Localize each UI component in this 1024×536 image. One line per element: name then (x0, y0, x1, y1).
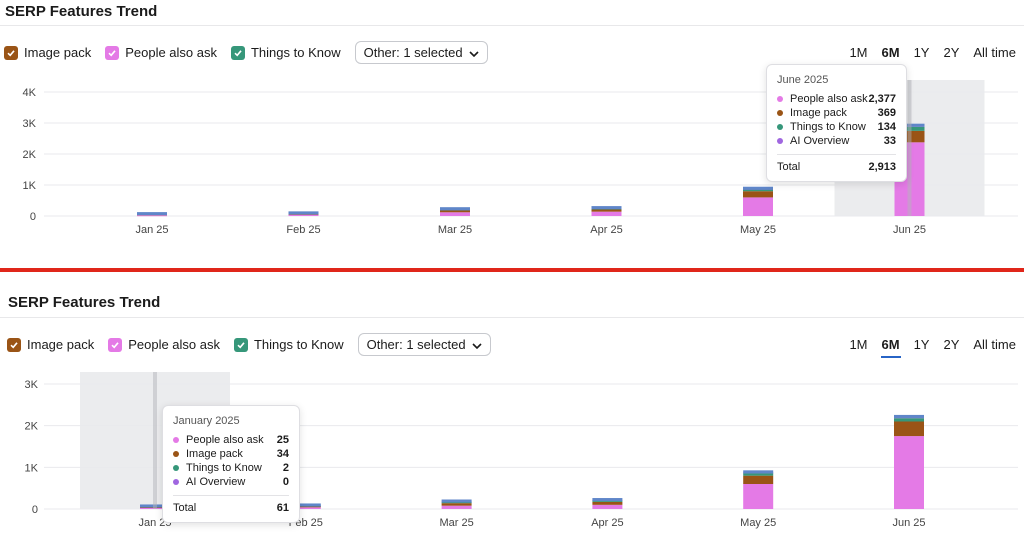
y-tick-label: 4K (23, 87, 37, 99)
tooltip-row-label: Image pack (186, 448, 243, 460)
bar-segment (288, 214, 319, 216)
bar-segment (592, 501, 623, 505)
y-tick-label: 2K (25, 421, 39, 433)
serp-panel-bottom: SERP Features Trend Image pack People al… (0, 272, 1024, 536)
bar-segment (894, 418, 924, 422)
bar-segment (894, 421, 924, 437)
bar-top-cap (137, 212, 167, 216)
x-tick-label: Mar 25 (439, 517, 473, 529)
bar-top-cap (894, 414, 924, 418)
tooltip-row-value: 2 (282, 462, 289, 474)
series-dot-icon (777, 138, 783, 144)
bar-top-cap (592, 498, 623, 502)
y-tick-label: 3K (25, 379, 39, 391)
tooltip-row-value: 25 (276, 434, 289, 446)
tooltip-row-label: Image pack (790, 107, 847, 119)
y-tick-label: 2K (23, 149, 37, 161)
tooltip-row-value: 369 (877, 107, 896, 119)
y-tick-label: 1K (25, 462, 39, 474)
bar-segment (743, 475, 774, 484)
series-dot-icon (173, 451, 179, 457)
y-tick-label: 3K (23, 118, 37, 130)
hover-cursor-line (907, 80, 912, 216)
bar-segment (743, 473, 774, 476)
x-tick-label: Mar 25 (438, 224, 472, 236)
series-dot-icon (173, 437, 179, 443)
tooltip-row-value: 34 (276, 448, 289, 460)
series-dot-icon (777, 110, 783, 116)
bar-segment (441, 505, 472, 509)
tooltip-row-label: People also ask (186, 434, 264, 446)
tooltip-total-value: 61 (276, 502, 289, 514)
tooltip-row-label: Things to Know (790, 121, 866, 133)
bar-top-cap (591, 206, 622, 210)
tooltip-total-label: Total (173, 502, 197, 514)
tooltip-row: Image pack 369 (777, 106, 896, 120)
bar-segment (441, 503, 472, 506)
x-tick-label: May 25 (740, 517, 776, 529)
bar-segment (592, 504, 623, 509)
tooltip-row: AI Overview 33 (777, 134, 896, 148)
x-tick-label: Feb 25 (286, 224, 320, 236)
x-tick-label: Apr 25 (591, 517, 623, 529)
bar-segment (743, 191, 773, 198)
tooltip-row: People also ask 2,377 (777, 92, 896, 106)
x-tick-label: Jan 25 (135, 224, 168, 236)
bar-segment (440, 210, 470, 213)
bar-top-cap (743, 186, 773, 190)
tooltip-row-label: AI Overview (790, 135, 850, 147)
y-tick-label: 0 (32, 504, 38, 516)
tooltip-row: AI Overview 0 (173, 475, 289, 489)
tooltip-row: People also ask 25 (173, 433, 289, 447)
tooltip-row: Things to Know 134 (777, 120, 896, 134)
tooltip: June 2025 People also ask 2,377 Image pac… (766, 64, 907, 182)
series-dot-icon (173, 465, 179, 471)
hover-cursor-line (153, 372, 157, 509)
tooltip: January 2025 People also ask 25 Image pac… (162, 405, 300, 523)
tooltip-total-label: Total (777, 161, 801, 173)
tooltip-row-value: 134 (877, 121, 896, 133)
series-dot-icon (173, 479, 179, 485)
x-tick-label: Jun 25 (892, 517, 925, 529)
tooltip-total: Total 61 (173, 502, 289, 514)
tooltip-total: Total 2,913 (777, 161, 896, 173)
tooltip-title: June 2025 (777, 74, 829, 86)
series-dot-icon (777, 96, 783, 102)
tooltip-separator (777, 154, 896, 155)
bar-segment (440, 212, 470, 216)
tooltip-row-value: 2,377 (868, 93, 896, 105)
bar-segment (894, 436, 924, 509)
tooltip-row-label: AI Overview (186, 476, 246, 488)
x-tick-label: May 25 (740, 224, 776, 236)
tooltip-separator (173, 495, 289, 496)
bar-top-cap (440, 207, 470, 211)
bar-top-cap (743, 470, 774, 474)
bar-segment (137, 215, 167, 217)
bar-segment (743, 484, 774, 509)
bar-segment (743, 197, 773, 216)
bar-top-cap (288, 211, 319, 215)
tooltip-row-value: 33 (883, 135, 896, 147)
tooltip-row: Things to Know 2 (173, 461, 289, 475)
bar-segment (591, 209, 622, 212)
stacked-bar-chart: 01K2K3KJan 25 Feb 25 Mar 25 Apr 25 May 25 Jun… (25, 372, 1018, 529)
x-tick-label: Jun 25 (893, 224, 926, 236)
tooltip-row-label: People also ask (790, 93, 868, 105)
y-tick-label: 0 (30, 211, 36, 223)
x-tick-label: Apr 25 (590, 224, 622, 236)
bar-top-cap (441, 499, 472, 503)
series-dot-icon (777, 124, 783, 130)
serp-panel-top: SERP Features Trend Image pack People al… (0, 0, 1024, 268)
tooltip-row-label: Things to Know (186, 462, 262, 474)
tooltip-title: January 2025 (173, 415, 240, 427)
tooltip-total-value: 2,913 (868, 161, 896, 173)
tooltip-row-value: 0 (282, 476, 289, 488)
bar-segment (591, 211, 622, 216)
tooltip-row: Image pack 34 (173, 447, 289, 461)
y-tick-label: 1K (23, 180, 37, 192)
